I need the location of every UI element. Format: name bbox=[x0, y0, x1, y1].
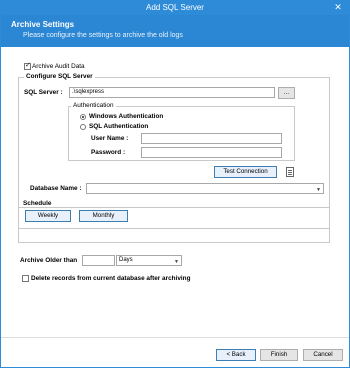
cancel-button[interactable]: Cancel bbox=[303, 349, 343, 361]
archive-audit-checkbox[interactable] bbox=[24, 61, 31, 70]
chevron-down-icon: ▼ bbox=[174, 259, 179, 265]
banner-title: Archive Settings bbox=[11, 20, 75, 29]
window-title: Add SQL Server bbox=[146, 3, 204, 12]
close-icon[interactable]: ✕ bbox=[333, 2, 343, 12]
database-name-select[interactable]: ▼ bbox=[86, 183, 324, 194]
username-label: User Name : bbox=[91, 135, 129, 142]
footer-divider bbox=[1, 337, 349, 338]
add-sql-server-window: Add SQL Server ✕ Archive Settings Please… bbox=[0, 0, 350, 368]
delete-records-label: Delete records from current database aft… bbox=[31, 275, 191, 282]
windows-auth-radio[interactable] bbox=[80, 114, 86, 120]
sql-auth-radio[interactable] bbox=[80, 124, 86, 130]
header-banner: Archive Settings Please configure the se… bbox=[1, 15, 349, 47]
finish-button[interactable]: Finish bbox=[260, 349, 298, 361]
delete-records-checkbox[interactable] bbox=[22, 275, 29, 282]
username-input[interactable] bbox=[141, 133, 282, 144]
weekly-button[interactable]: Weekly bbox=[25, 210, 71, 222]
password-label: Password : bbox=[91, 149, 126, 156]
archive-older-unit-select[interactable]: Days ▼ bbox=[116, 255, 182, 266]
test-connection-button[interactable]: Test Connection bbox=[214, 166, 277, 178]
schedule-legend: Schedule bbox=[21, 200, 54, 207]
banner-subtitle: Please configure the settings to archive… bbox=[23, 32, 183, 39]
back-button[interactable]: < Back bbox=[216, 349, 256, 361]
monthly-button[interactable]: Monthly bbox=[79, 210, 128, 222]
archive-audit-label: Archive Audit Data bbox=[32, 63, 85, 70]
sql-server-input[interactable]: .\sqlexpress bbox=[69, 87, 275, 98]
archive-older-input[interactable] bbox=[82, 255, 115, 266]
database-name-label: Database Name : bbox=[30, 185, 82, 192]
sql-auth-label: SQL Authentication bbox=[89, 123, 149, 130]
dialog-content: Archive Audit Data Configure SQL Server … bbox=[1, 47, 349, 367]
title-bar[interactable]: Add SQL Server ✕ bbox=[1, 1, 349, 15]
password-input[interactable] bbox=[141, 147, 282, 158]
chevron-down-icon: ▼ bbox=[316, 187, 321, 193]
windows-auth-label: Windows Authentication bbox=[89, 113, 164, 120]
sql-server-label: SQL Server : bbox=[24, 89, 63, 96]
archive-older-unit-value: Days bbox=[119, 257, 133, 263]
document-icon[interactable] bbox=[286, 167, 294, 177]
configure-sql-server-legend: Configure SQL Server bbox=[24, 73, 95, 80]
browse-server-button[interactable]: ... bbox=[278, 87, 295, 99]
archive-older-label: Archive Older than bbox=[20, 257, 78, 264]
authentication-legend: Authentication bbox=[71, 102, 116, 109]
